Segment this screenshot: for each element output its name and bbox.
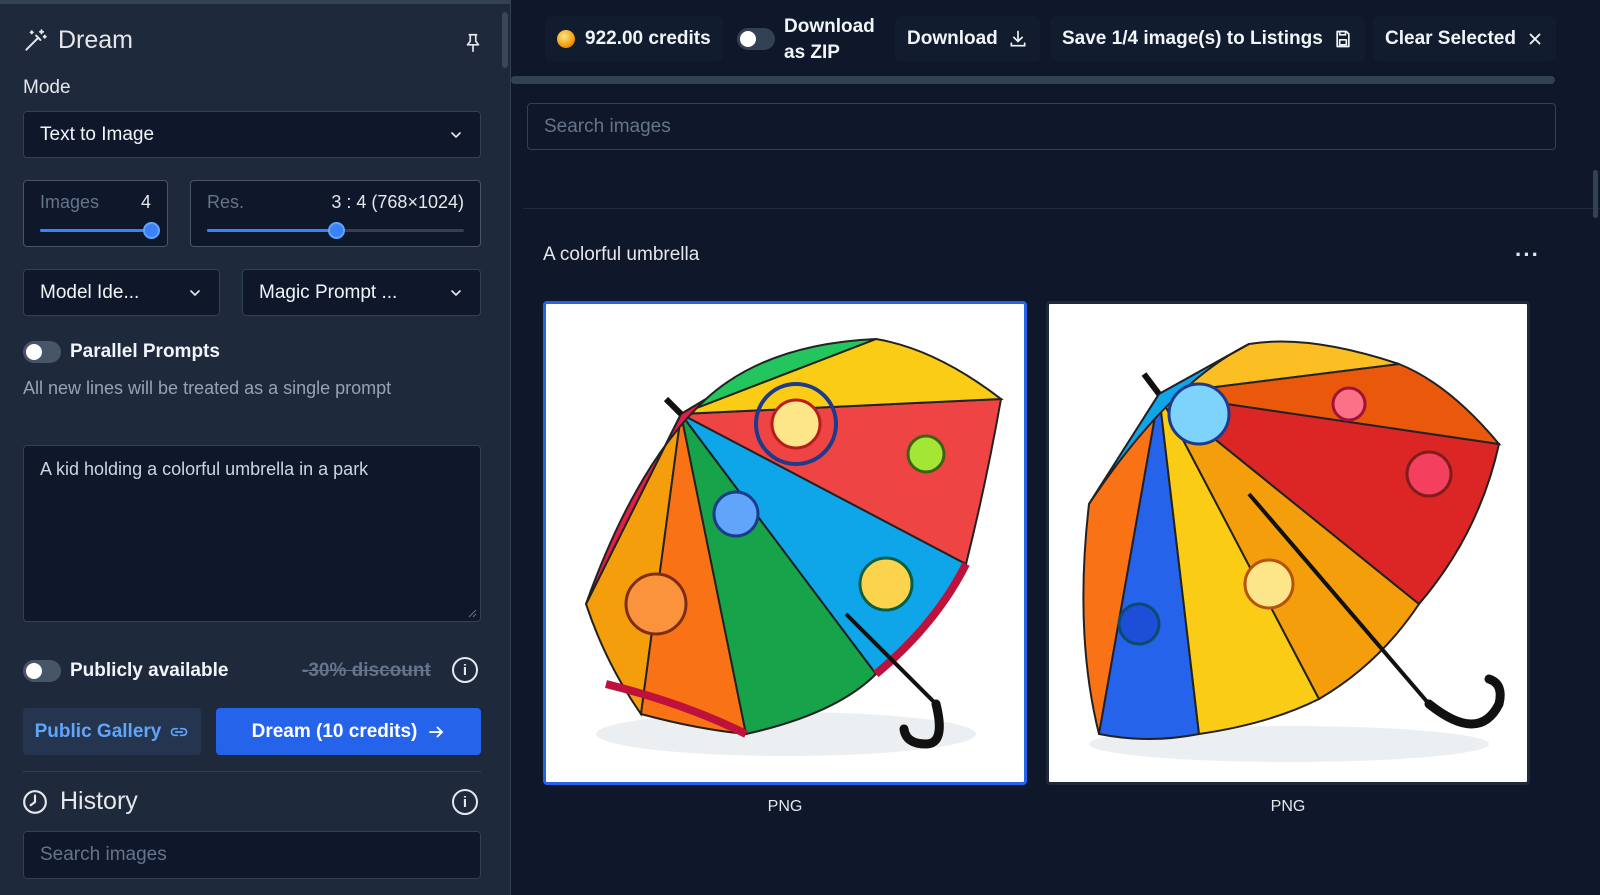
coin-icon	[557, 30, 575, 48]
history-search-input[interactable]: Search images	[23, 831, 481, 879]
image-format-label: PNG	[767, 798, 803, 815]
umbrella-image	[1082, 340, 1505, 762]
close-icon	[1529, 33, 1541, 45]
more-options-icon[interactable]: ···	[1515, 242, 1540, 268]
parallel-prompts-hint: All new lines will be treated as a singl…	[23, 378, 392, 398]
arrow-right-icon	[429, 726, 444, 737]
prompt-textarea[interactable]: A kid holding a colorful umbrella in a p…	[23, 445, 481, 622]
zip-label-line1: Download	[784, 16, 875, 37]
search-input[interactable]: Search images	[527, 103, 1556, 150]
credits-badge: 922.00 credits	[545, 16, 723, 62]
resolution-slider[interactable]: Res. 3 : 4 (768×1024)	[190, 180, 481, 247]
discount-text: -30% discount	[302, 660, 431, 681]
image-card[interactable]	[543, 301, 1027, 785]
parallel-prompts-label: Parallel Prompts	[70, 341, 220, 362]
history-info-icon[interactable]: i	[452, 789, 478, 815]
main-scrollbar[interactable]	[1593, 170, 1598, 218]
public-toggle[interactable]	[23, 660, 61, 682]
prompt-text: A kid holding a colorful umbrella in a p…	[40, 459, 369, 479]
mode-label: Mode	[23, 77, 71, 98]
chevron-down-icon	[190, 289, 200, 296]
clear-selected-button[interactable]: Clear Selected	[1373, 16, 1556, 62]
public-label: Publicly available	[70, 660, 229, 681]
history-title: History	[60, 787, 138, 815]
resolution-slider-value: 3 : 4 (768×1024)	[331, 192, 464, 212]
images-slider-label: Images	[40, 192, 100, 212]
mode-select-value: Text to Image	[40, 123, 155, 145]
chevron-down-icon	[451, 289, 461, 296]
zip-label: Download as ZIP	[784, 14, 875, 66]
images-slider-fill	[40, 229, 151, 232]
save-to-listings-button[interactable]: Save 1/4 image(s) to Listings	[1050, 16, 1365, 62]
resolution-slider-track[interactable]	[207, 222, 464, 239]
dream-sidebar: Dream Mode Text to Image Images 4 Res. 3…	[0, 0, 511, 895]
parallel-prompts-toggle[interactable]	[23, 341, 61, 363]
zip-label-line2: as ZIP	[784, 42, 840, 63]
magic-wand-icon	[25, 28, 47, 51]
zip-toggle[interactable]	[737, 28, 775, 50]
images-slider-track[interactable]	[40, 222, 160, 239]
download-label: Download	[907, 28, 998, 49]
resolution-slider-thumb[interactable]	[327, 222, 345, 239]
magic-prompt-select-value: Magic Prompt ...	[259, 281, 398, 303]
group-title: A colorful umbrella	[543, 244, 700, 265]
images-slider-value: 4	[140, 192, 151, 212]
resolution-slider-label: Res.	[207, 192, 245, 212]
history-header: History	[22, 787, 138, 816]
link-icon	[171, 727, 188, 736]
save-icon	[1336, 30, 1350, 48]
model-select-value: Model Ide...	[40, 281, 140, 303]
clock-icon	[23, 789, 47, 814]
dream-title: Dream	[58, 26, 134, 54]
search-placeholder: Search images	[544, 115, 671, 137]
horizontal-scrollbar[interactable]	[511, 76, 1555, 84]
sidebar-scrollbar[interactable]	[502, 12, 508, 68]
magic-prompt-select[interactable]: Magic Prompt ...	[242, 269, 481, 316]
dream-button[interactable]: Dream (10 credits)	[216, 708, 481, 755]
umbrella-image	[584, 337, 1004, 756]
resolution-slider-fill	[207, 229, 336, 232]
divider	[23, 771, 481, 772]
model-select[interactable]: Model Ide...	[23, 269, 220, 316]
dream-button-label: Dream (10 credits)	[251, 720, 418, 742]
save-label: Save 1/4 image(s) to Listings	[1062, 28, 1323, 49]
images-slider-thumb[interactable]	[143, 222, 160, 239]
credits-text: 922.00 credits	[585, 28, 711, 49]
image-format-label: PNG	[1270, 798, 1306, 815]
mode-select[interactable]: Text to Image	[23, 111, 481, 158]
chevron-down-icon	[451, 131, 461, 138]
info-icon[interactable]: i	[452, 657, 478, 683]
images-slider[interactable]: Images 4	[23, 180, 168, 247]
resize-handle-icon[interactable]	[467, 608, 477, 618]
download-icon	[1010, 30, 1026, 47]
clear-label: Clear Selected	[1385, 28, 1516, 49]
separator	[523, 208, 1600, 209]
download-button[interactable]: Download	[895, 16, 1040, 62]
main-area: 922.00 credits Download as ZIP Download …	[511, 0, 1600, 895]
public-gallery-label: Public Gallery	[34, 720, 162, 742]
dream-header: Dream	[22, 26, 133, 55]
public-gallery-button[interactable]: Public Gallery	[23, 708, 201, 755]
history-search-placeholder: Search images	[40, 844, 167, 865]
toolbar: 922.00 credits Download as ZIP Download …	[511, 0, 1600, 86]
image-card[interactable]	[1046, 301, 1530, 785]
pin-icon[interactable]	[462, 30, 484, 56]
